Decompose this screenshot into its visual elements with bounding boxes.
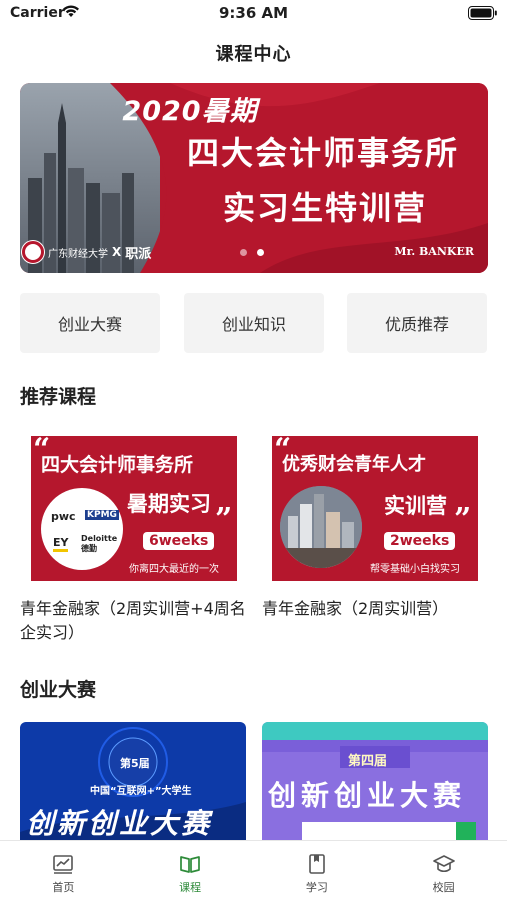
- page-title: 课程中心: [215, 44, 292, 65]
- thumb-note: 帮零基础小白找实习: [370, 564, 460, 575]
- banner-subheadline: 实习生特训营: [222, 189, 427, 227]
- competition-badge: 第四届: [348, 754, 388, 769]
- thumb-subtitle: 实训营: [384, 494, 447, 518]
- tab-campus[interactable]: 校园: [380, 841, 507, 900]
- chart-icon: [53, 855, 74, 874]
- category-button-recommended[interactable]: 优质推荐: [347, 293, 487, 353]
- competition-subtitle: 中国“互联网+”大学生: [90, 786, 192, 797]
- section-title-recommended: 推荐课程: [20, 386, 97, 408]
- quote-close-icon: ”: [454, 502, 472, 537]
- course-card[interactable]: “ 优秀财会青年人才 实训营 ” 2weeks 帮零基础小白找实习: [272, 436, 478, 581]
- banner-headline: 四大会计师事务所: [186, 134, 459, 172]
- weeks-badge: 2weeks: [384, 532, 456, 550]
- status-bar: Carrier 9:36 AM: [0, 0, 507, 30]
- firm-logos: pwc KPMG EY Deloitte 德勤: [41, 488, 123, 570]
- banner-brand-logo: Mr. BANKER: [394, 245, 474, 258]
- category-button-knowledge[interactable]: 创业知识: [184, 293, 324, 353]
- competition-badge: 第5届: [120, 757, 150, 770]
- thumb-title: 四大会计师事务所: [41, 454, 194, 476]
- logo-pwc: pwc: [51, 510, 76, 523]
- tab-label: 校园: [432, 881, 455, 894]
- course-thumbnail: “ 优秀财会青年人才 实训营 ” 2weeks 帮零基础小白找实习: [272, 436, 478, 581]
- tab-study[interactable]: 学习: [254, 841, 381, 900]
- partner-platform: 职派: [125, 246, 152, 262]
- weeks-badge: 6weeks: [143, 532, 215, 550]
- tab-home[interactable]: 首页: [0, 841, 127, 900]
- thumb-subtitle: 暑期实习: [127, 492, 211, 516]
- course-thumbnail: “ 四大会计师事务所 pwc KPMG EY Deloitte 德勤 暑期实习 …: [31, 436, 237, 581]
- pager-dot[interactable]: [240, 249, 247, 256]
- tab-label: 学习: [305, 881, 328, 894]
- school-seal-icon: [22, 241, 44, 263]
- competition-card[interactable]: 第5届 中国“互联网+”大学生 创新创业大赛: [20, 722, 246, 840]
- tab-label: 课程: [179, 881, 202, 894]
- logo-kpmg: KPMG: [85, 510, 119, 520]
- tab-bar: 首页 课程 学习 校园: [0, 840, 507, 900]
- logo-ey: EY: [53, 536, 69, 552]
- city-photo: [280, 486, 362, 568]
- partner-school: 广东财经大学: [48, 248, 108, 260]
- section-title-competition: 创业大赛: [20, 679, 97, 701]
- notebook-icon: [309, 854, 325, 874]
- competition-title: 创新创业大赛: [268, 779, 467, 812]
- pager-dot-active[interactable]: [257, 249, 264, 256]
- banner-partners: 广东财经大学 X 职派: [22, 241, 151, 263]
- tab-label: 首页: [52, 881, 75, 894]
- course-name[interactable]: 青年金融家（2周实训营+4周名企实习）: [20, 597, 252, 645]
- promo-banner[interactable]: 2020暑期 四大会计师事务所 实习生特训营 广东财经大学 X 职派 Mr. B…: [20, 83, 488, 273]
- competition-title: 创新创业大赛: [26, 807, 213, 840]
- banner-year: 2020暑期: [122, 96, 258, 127]
- graduation-cap-icon: [432, 855, 455, 873]
- banner-pager[interactable]: [240, 249, 264, 256]
- competition-card[interactable]: 第四届 创新创业大赛: [262, 722, 488, 840]
- thumb-title: 优秀财会青年人才: [282, 454, 426, 475]
- book-icon: [180, 856, 200, 873]
- logo-deloitte: Deloitte 德勤: [81, 534, 118, 553]
- course-name[interactable]: 青年金融家（2周实训营）: [262, 597, 494, 621]
- quote-close-icon: ”: [215, 502, 233, 537]
- tab-courses[interactable]: 课程: [127, 841, 254, 900]
- thumb-note: 你离四大最近的一次: [129, 564, 219, 575]
- battery-icon: [468, 6, 497, 20]
- clock: 9:36 AM: [218, 4, 289, 22]
- category-button-competition[interactable]: 创业大赛: [20, 293, 160, 353]
- course-card[interactable]: “ 四大会计师事务所 pwc KPMG EY Deloitte 德勤 暑期实习 …: [31, 436, 237, 581]
- partner-separator: X: [112, 245, 122, 259]
